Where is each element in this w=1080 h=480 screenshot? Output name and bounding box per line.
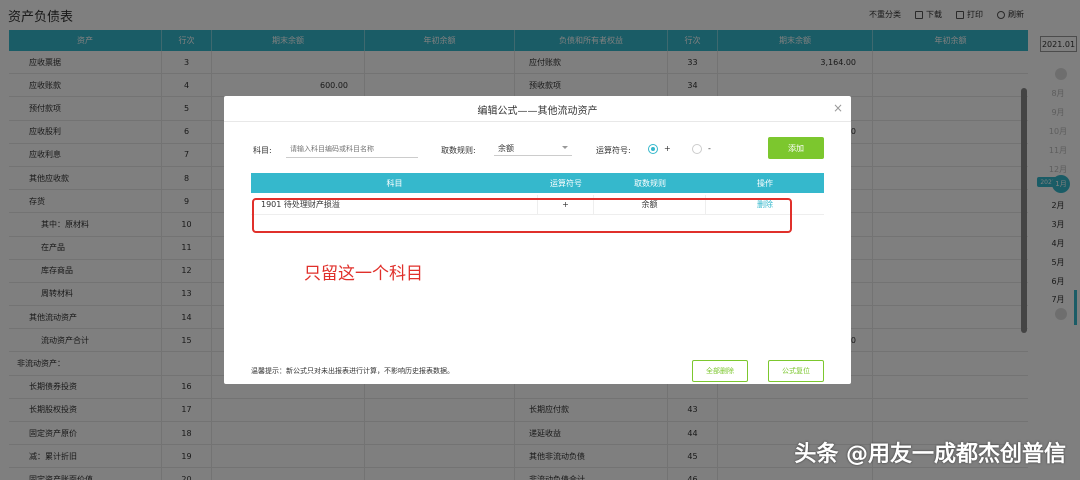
formula-table-header: 科目 运算符号 取数规则 操作: [251, 173, 824, 193]
rule-select[interactable]: 余额: [494, 140, 572, 156]
col-subject: 科目: [386, 178, 403, 188]
add-button[interactable]: 添加: [768, 137, 824, 159]
operator-label: 运算符号:: [596, 146, 631, 155]
operator-minus-label: -: [708, 144, 711, 153]
rule-label: 取数规则:: [441, 146, 476, 155]
col-rule: 取数规则: [634, 178, 666, 188]
highlight-box: [252, 198, 792, 233]
watermark: 头条 @用友一成都杰创普信: [794, 442, 1066, 467]
col-action: 操作: [757, 178, 773, 188]
reset-formula-button[interactable]: 公式复位: [768, 360, 824, 382]
operator-minus-radio[interactable]: [692, 144, 702, 154]
col-operator: 运算符号: [550, 178, 582, 188]
chevron-down-icon: [562, 146, 568, 149]
edit-formula-dialog: 编辑公式——其他流动资产 × 科目: 取数规则: 余额 运算符号: + - 添加…: [224, 96, 851, 384]
operator-plus-label: +: [664, 144, 671, 153]
delete-all-button[interactable]: 全部删除: [692, 360, 748, 382]
subject-label: 科目:: [253, 146, 272, 155]
subject-input[interactable]: [286, 140, 418, 158]
annotation-text: 只留这一个科目: [304, 264, 423, 284]
close-icon[interactable]: ×: [833, 101, 843, 115]
formula-form-row: 科目: 取数规则: 余额 运算符号: + -: [224, 140, 851, 160]
tip-text: 温馨提示：新公式只对未出报表进行计算，不影响历史报表数据。: [251, 367, 454, 375]
dialog-divider: [224, 121, 851, 122]
dialog-title: 编辑公式——其他流动资产: [477, 106, 598, 117]
operator-plus-radio[interactable]: [648, 144, 658, 154]
